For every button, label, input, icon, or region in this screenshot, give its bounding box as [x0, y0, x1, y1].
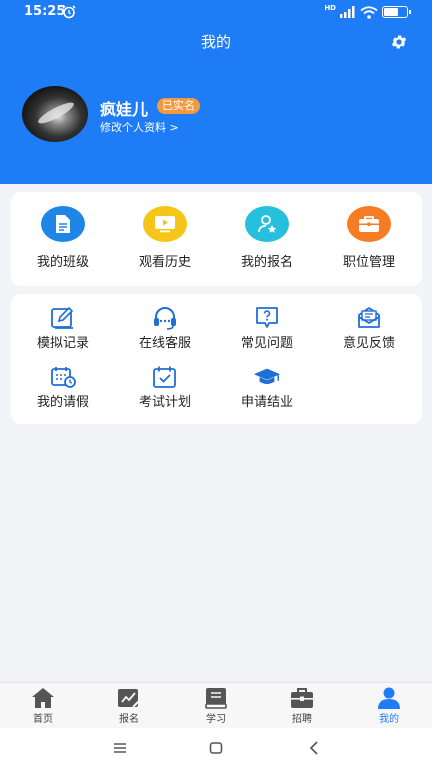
- nav-label: 学习: [206, 714, 226, 725]
- signup-icon: [117, 687, 141, 709]
- tool-my-leave[interactable]: 我的请假: [12, 365, 114, 410]
- status-bar: 15:25 HD: [0, 0, 432, 26]
- nav-label: 我的: [379, 714, 399, 725]
- graduation-cap-icon: [253, 365, 281, 389]
- home-icon: [31, 687, 55, 709]
- quick-action-label: 我的班级: [36, 255, 89, 270]
- tool-label: 常见问题: [240, 336, 293, 351]
- nav-item-study[interactable]: 学习: [173, 683, 259, 729]
- alarm-icon: [62, 5, 76, 19]
- tool-mock-records[interactable]: 模拟记录: [12, 306, 114, 351]
- wifi-icon: [360, 5, 378, 19]
- tool-label: 申请结业: [240, 395, 293, 410]
- system-nav-bar: [0, 728, 432, 768]
- mail-icon: [355, 306, 383, 330]
- tool-label: 在线客服: [138, 336, 191, 351]
- tool-online-service[interactable]: 在线客服: [114, 306, 216, 351]
- tool-faq[interactable]: 常见问题: [216, 306, 318, 351]
- verified-badge: 已实名: [157, 98, 200, 114]
- battery-icon: [382, 6, 411, 18]
- nav-item-recruitment[interactable]: 招聘: [259, 683, 345, 729]
- quick-action-my-signup[interactable]: 我的报名: [216, 206, 318, 270]
- signal-icon: [340, 6, 355, 18]
- tool-label: 模拟记录: [36, 336, 89, 351]
- tool-apply-graduation[interactable]: 申请结业: [216, 365, 318, 410]
- nav-item-mine[interactable]: 我的: [346, 683, 432, 729]
- tool-label: 意见反馈: [342, 336, 395, 351]
- nav-label: 首页: [33, 714, 53, 725]
- avatar[interactable]: [22, 86, 88, 142]
- quick-action-watch-history[interactable]: 观看历史: [114, 206, 216, 270]
- person-icon: [377, 687, 401, 709]
- user-star-icon: [245, 206, 289, 242]
- tools-card: 模拟记录 在线客服 常见问题 意见反馈 我的请假 考试计划 申请结业: [11, 294, 422, 424]
- document-icon: [41, 206, 85, 242]
- quick-action-label: 职位管理: [342, 255, 395, 270]
- quick-action-job-management[interactable]: 职位管理: [318, 206, 420, 270]
- video-play-icon: [143, 206, 187, 242]
- page-title: 我的: [200, 33, 231, 51]
- question-icon: [253, 306, 281, 330]
- status-time: 15:25: [24, 4, 66, 19]
- quick-action-label: 观看历史: [138, 255, 191, 270]
- home-button-icon[interactable]: [204, 738, 228, 758]
- calendar-clock-icon: [49, 365, 77, 389]
- gear-icon[interactable]: [390, 33, 408, 51]
- status-indicators: HD: [324, 3, 411, 20]
- calendar-check-icon: [151, 365, 179, 389]
- profile-summary[interactable]: 疯娃儿 已实名 修改个人资料 >: [22, 86, 342, 142]
- briefcase-icon: [347, 206, 391, 242]
- profile-header: 15:25 HD 我的 疯娃儿 已实名 修改个人资料 >: [0, 0, 432, 184]
- tool-label: 考试计划: [138, 395, 191, 410]
- headset-icon: [151, 306, 179, 330]
- bottom-nav: 首页 报名 学习 招聘 我的: [0, 682, 432, 728]
- tool-label: 我的请假: [36, 395, 89, 410]
- quick-action-my-class[interactable]: 我的班级: [12, 206, 114, 270]
- book-icon: [204, 687, 228, 709]
- quick-action-label: 我的报名: [240, 255, 293, 270]
- briefcase-nav-icon: [290, 687, 314, 709]
- nav-label: 招聘: [292, 714, 312, 725]
- quick-actions-card: 我的班级 观看历史 我的报名 职位管理: [11, 192, 422, 286]
- network-type-label: HD: [324, 3, 336, 12]
- edit-icon: [49, 306, 77, 330]
- menu-icon[interactable]: [108, 738, 132, 758]
- tool-exam-plan[interactable]: 考试计划: [114, 365, 216, 410]
- edit-profile-link[interactable]: 修改个人资料 >: [100, 119, 179, 135]
- nav-label: 报名: [119, 714, 139, 725]
- nav-item-signup[interactable]: 报名: [86, 683, 172, 729]
- nav-item-home[interactable]: 首页: [0, 683, 86, 729]
- username: 疯娃儿: [100, 100, 149, 119]
- back-icon[interactable]: [302, 738, 326, 758]
- tool-feedback[interactable]: 意见反馈: [318, 306, 420, 351]
